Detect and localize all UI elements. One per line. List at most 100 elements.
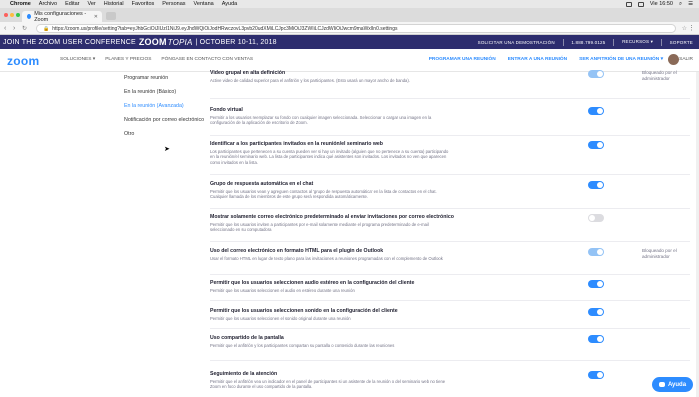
banner-zoom: ZOOM — [138, 37, 167, 47]
clock[interactable]: Vie 16:50 — [650, 1, 673, 7]
divider — [210, 98, 690, 99]
browser-tab[interactable]: Mis configuraciones - Zoom ✕ — [22, 10, 102, 23]
divider — [562, 38, 564, 46]
menu-personas[interactable]: Personas — [162, 1, 185, 7]
identify-guests-toggle[interactable] — [588, 141, 604, 149]
banner-topia: TOPIA — [167, 37, 193, 47]
setting-description: Permitir a los usuarios reemplazar su fo… — [210, 115, 432, 126]
support-link[interactable]: SOPORTE — [670, 40, 693, 45]
menu-historial[interactable]: Historial — [104, 1, 124, 7]
menu-editar[interactable]: Editar — [65, 1, 79, 7]
setting-description: Permitir que el anfitrión y los particip… — [210, 343, 395, 348]
divider — [210, 208, 690, 209]
setting-description: Permitir que los usuarios seleccionen el… — [210, 288, 355, 293]
schedule-meeting-link[interactable]: PROGRAMAR UNA REUNIÓN — [429, 57, 496, 62]
zoom-logo[interactable]: zoom — [7, 54, 40, 68]
setting-description: Permitir que los usuarios vean y agregue… — [210, 189, 437, 200]
divider — [210, 360, 690, 361]
address-bar[interactable]: 🔒 https://zoom.us/profile/setting?tab=ey… — [36, 24, 676, 33]
new-tab-button[interactable] — [106, 12, 116, 20]
setting-title: Permitir que los usuarios seleccionen so… — [210, 308, 398, 314]
nav-plans-pricing[interactable]: PLANES Y PRECIOS — [105, 57, 151, 62]
setting-title: Grupo de respuesta automática en el chat — [210, 181, 314, 187]
stereo-audio-toggle[interactable] — [588, 280, 604, 288]
setting-description: Permitir que los usuarios seleccionen el… — [210, 316, 351, 321]
sidebar-item-basic[interactable]: En la reunión (Básico) — [124, 89, 176, 95]
menu-ver[interactable]: Ver — [88, 1, 96, 7]
phone-number: 1.888.799.0125 — [571, 39, 606, 45]
mouse-cursor-icon: ➤ — [164, 146, 170, 153]
toggle-knob — [597, 142, 603, 148]
toggle-knob — [597, 182, 603, 188]
setting-title: Identificar a los participantes invitado… — [210, 141, 383, 147]
divider — [210, 135, 690, 136]
menu-favoritos[interactable]: Favoritos — [132, 1, 155, 7]
virtual-background-toggle[interactable] — [588, 107, 604, 115]
lock-icon: 🔒 — [43, 25, 50, 32]
zoom-favicon-icon — [27, 14, 32, 19]
nav-right-links: PROGRAMAR UNA REUNIÓN ENTRAR A UNA REUNI… — [429, 57, 663, 62]
outlook-html-toggle[interactable] — [588, 248, 604, 256]
original-sound-toggle[interactable] — [588, 308, 604, 316]
help-label: Ayuda — [667, 381, 687, 388]
close-window-icon[interactable] — [4, 13, 8, 17]
minimize-window-icon[interactable] — [10, 13, 14, 17]
sidebar-item-schedule[interactable]: Programar reunión — [124, 75, 168, 81]
maximize-window-icon[interactable] — [16, 13, 20, 17]
chat-bubble-icon — [658, 382, 665, 387]
forward-icon[interactable]: › — [13, 25, 15, 32]
menu-ayuda[interactable]: Ayuda — [222, 1, 238, 7]
conference-banner[interactable]: JOIN THE ZOOM USER CONFERENCE ZOOM TOPIA… — [0, 35, 699, 49]
search-icon[interactable]: ⌕ — [679, 1, 682, 8]
toggle-knob — [597, 309, 603, 315]
battery-icon[interactable] — [625, 1, 632, 7]
sidebar-item-advanced[interactable]: En la reunión (Avanzada) — [124, 103, 184, 109]
host-meeting-menu[interactable]: SER ANFITRIÓN DE UNA REUNIÓN ▾ — [579, 57, 663, 62]
nav-solutions[interactable]: SOLUCIONES ▾ — [60, 57, 95, 62]
hd-video-toggle[interactable] — [588, 70, 604, 78]
browser-menu-icon[interactable]: ⋮ — [688, 24, 695, 32]
tab-title: Mis configuraciones - Zoom — [34, 10, 87, 23]
banner-links: SOLICITAR UNA DEMOSTRACIÓN 1.888.799.012… — [478, 35, 693, 49]
browser-tab-bar: Mis configuraciones - Zoom ✕ — [0, 8, 699, 23]
menu-list-icon[interactable]: ☰ — [688, 1, 693, 7]
setting-title: Fondo virtual — [210, 107, 243, 113]
locked-note: Bloqueado por el administrador — [642, 70, 677, 81]
reload-icon[interactable]: ↻ — [22, 25, 27, 32]
sidebar-item-email-notification[interactable]: Notificación por correo electrónico — [124, 117, 204, 123]
setting-title: Mostrar solamente correo electrónico pre… — [210, 214, 454, 220]
menu-chrome[interactable]: Chrome — [10, 1, 31, 7]
screen-sharing-toggle[interactable] — [588, 335, 604, 343]
sidebar-item-other[interactable]: Otro — [124, 131, 134, 137]
request-demo-link[interactable]: SOLICITAR UNA DEMOSTRACIÓN — [478, 40, 555, 45]
setting-description: Los participantes que pertenecen a su cu… — [210, 149, 449, 165]
divider — [210, 328, 690, 329]
toggle-knob — [597, 336, 603, 342]
browser-toolbar: ‹ › ↻ 🔒 https://zoom.us/profile/setting?… — [0, 22, 699, 35]
auto-answer-toggle[interactable] — [588, 181, 604, 189]
setting-description: Permitir que el anfitrión vea un indicad… — [210, 379, 446, 390]
menu-archivo[interactable]: Archivo — [39, 1, 57, 7]
wifi-icon[interactable] — [637, 1, 644, 7]
setting-description: Usar el formato HTML en lugar de texto p… — [210, 256, 443, 261]
close-tab-icon[interactable]: ✕ — [94, 14, 98, 20]
setting-title: Permitir que los usuarios seleccionen au… — [210, 280, 415, 286]
join-meeting-link[interactable]: ENTRAR A UNA REUNIÓN — [508, 57, 567, 62]
setting-title: Uso del correo electrónico en formato HT… — [210, 248, 384, 254]
attention-tracking-toggle[interactable] — [588, 371, 604, 379]
default-email-toggle[interactable] — [588, 214, 604, 222]
avatar[interactable] — [668, 54, 679, 65]
nav-contact-sales[interactable]: PÓNGASE EN CONTACTO CON VENTAS — [161, 57, 253, 62]
bookmark-star-icon[interactable]: ☆ — [682, 25, 687, 32]
resources-menu[interactable]: RECURSOS ▾ — [622, 39, 653, 45]
back-icon[interactable]: ‹ — [4, 25, 6, 32]
site-nav: zoom SOLUCIONES ▾ PLANES Y PRECIOS PÓNGA… — [0, 49, 699, 72]
toggle-knob — [589, 215, 595, 221]
nav-left-links: SOLUCIONES ▾ PLANES Y PRECIOS PÓNGASE EN… — [60, 57, 253, 62]
logout-link[interactable]: SALIR — [679, 57, 693, 62]
status-area: Vie 16:50 ⌕ ☰ — [625, 0, 693, 8]
menu-ventana[interactable]: Ventana — [194, 1, 214, 7]
help-button[interactable]: Ayuda — [652, 377, 693, 392]
os-menu-bar: Chrome Archivo Editar Ver Historial Favo… — [0, 0, 699, 8]
setting-description: Active video de calidad superior para el… — [210, 78, 410, 83]
